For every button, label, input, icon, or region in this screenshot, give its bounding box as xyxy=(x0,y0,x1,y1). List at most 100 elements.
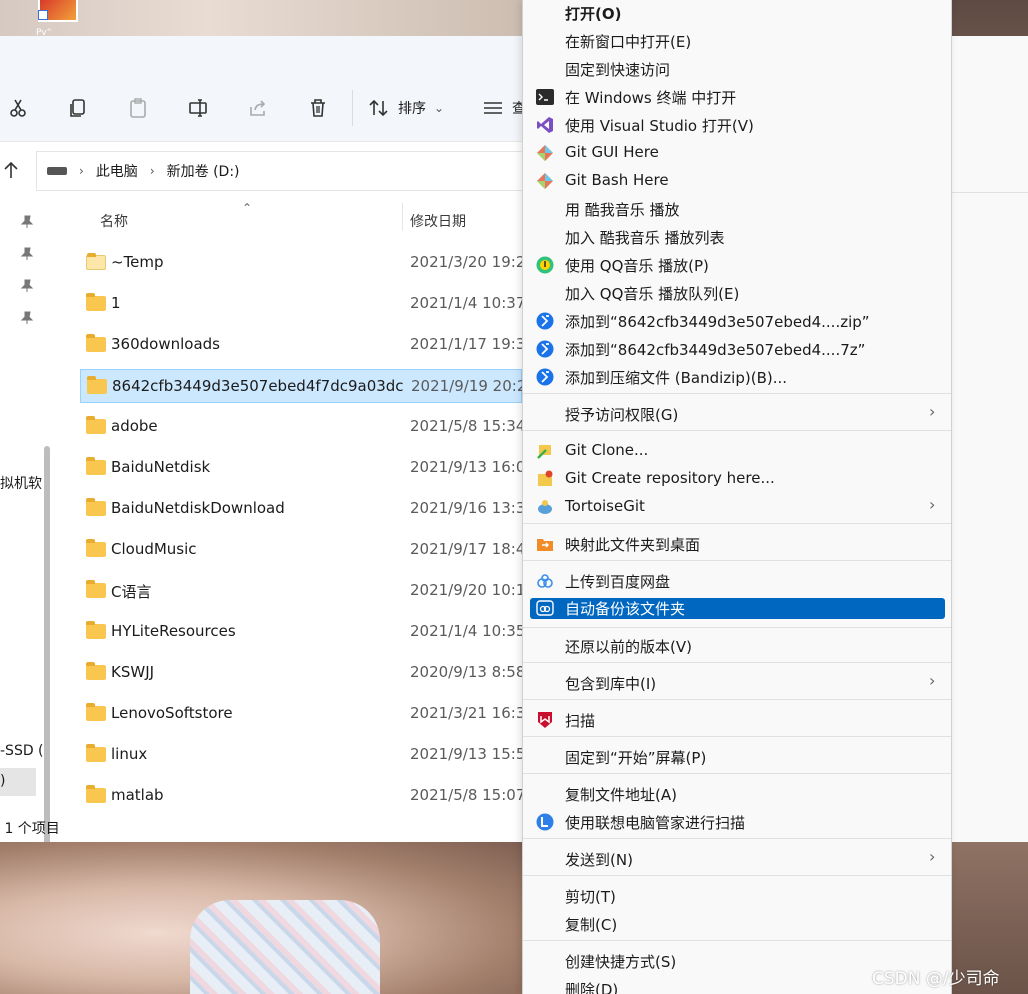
menu-item-pin-start[interactable]: 固定到“开始”屏幕(P) xyxy=(523,743,951,771)
file-row[interactable]: adobe 2021/5/8 15:34 xyxy=(80,410,522,444)
scissors-icon xyxy=(10,99,26,117)
menu-item-map-desktop[interactable]: 映射此文件夹到桌面 xyxy=(523,530,951,558)
column-divider[interactable] xyxy=(402,203,403,231)
menu-item-copy-path[interactable]: 复制文件地址(A) xyxy=(523,780,951,808)
menu-item-send-to[interactable]: 发送到(N) › xyxy=(523,845,951,873)
menu-item-git-gui[interactable]: Git GUI Here xyxy=(523,139,951,167)
menu-item-open[interactable]: 打开(O) xyxy=(523,0,951,27)
navigation-pane: 拟机软 -SSD ( ) xyxy=(0,199,56,842)
menu-item-include-library[interactable]: 包含到库中(I) › xyxy=(523,669,951,697)
pin-icon xyxy=(20,215,34,228)
sort-button[interactable]: 排序 ⌄ xyxy=(368,94,444,122)
menu-item-kuwo-add[interactable]: 加入 酷我音乐 播放列表 xyxy=(523,223,951,251)
menu-item-cut[interactable]: 剪切(T) xyxy=(523,882,951,910)
menu-item-label: 创建快捷方式(S) xyxy=(565,953,677,971)
view-button[interactable]: 查 xyxy=(482,94,522,122)
cut-button[interactable] xyxy=(2,92,34,124)
trash-icon xyxy=(311,99,325,117)
file-name: 360downloads xyxy=(111,335,220,353)
menu-item-open-new-window[interactable]: 在新窗口中打开(E) xyxy=(523,27,951,55)
file-row[interactable]: 1 2021/1/4 10:37 xyxy=(80,287,522,321)
folder-icon xyxy=(86,580,106,598)
menu-item-kuwo-play[interactable]: 用 酷我音乐 播放 xyxy=(523,195,951,223)
menu-item-open-vs[interactable]: 使用 Visual Studio 打开(V) xyxy=(523,111,951,139)
menu-item-label: 添加到压缩文件 (Bandizip)(B)... xyxy=(565,369,788,387)
folder-icon xyxy=(86,703,106,721)
folder-icon xyxy=(86,785,106,803)
file-row[interactable]: C语言 2021/9/20 10:1 xyxy=(80,574,522,608)
menu-item-git-create[interactable]: Git Create repository here... xyxy=(523,465,951,493)
menu-separator xyxy=(523,875,951,876)
menu-item-label: 授予访问权限(G) xyxy=(565,406,679,424)
git-bash-icon xyxy=(535,171,555,191)
file-row[interactable]: linux 2021/9/13 15:5 xyxy=(80,738,522,772)
paste-button[interactable] xyxy=(122,92,154,124)
menu-item-bandizip[interactable]: 添加到压缩文件 (Bandizip)(B)... xyxy=(523,363,951,391)
file-row[interactable]: KSWJJ 2020/9/13 8:58 xyxy=(80,656,522,690)
menu-item-qq-play[interactable]: 使用 QQ音乐 播放(P) xyxy=(523,251,951,279)
nav-item-drive[interactable]: ) xyxy=(0,773,5,789)
menu-item-label: 固定到快速访问 xyxy=(565,61,671,79)
file-row[interactable]: HYLiteResources 2021/1/4 10:35 xyxy=(80,615,522,649)
menu-item-grant-access[interactable]: 授予访问权限(G) › xyxy=(523,400,951,428)
menu-item-label: 包含到库中(I) xyxy=(565,675,657,693)
menu-item-label: 使用 Visual Studio 打开(V) xyxy=(565,117,754,135)
mcafee-icon xyxy=(535,710,555,730)
background-window xyxy=(950,36,1028,842)
folder-icon xyxy=(86,744,106,762)
menu-item-label: 发送到(N) xyxy=(565,851,633,869)
file-row[interactable]: LenovoSoftstore 2021/3/21 16:3 xyxy=(80,697,522,731)
address-bar[interactable]: › 此电脑 › 新加卷 (D:) xyxy=(36,151,522,191)
column-header-name[interactable]: 名称 xyxy=(100,211,128,231)
bandizip-icon xyxy=(535,367,555,387)
chevron-right-icon: › xyxy=(929,671,936,690)
menu-item-qq-add[interactable]: 加入 QQ音乐 播放队列(E) xyxy=(523,279,951,307)
menu-item-restore[interactable]: 还原以前的版本(V) xyxy=(523,632,951,660)
menu-item-auto-backup[interactable]: 自动备份该文件夹 xyxy=(523,597,951,625)
menu-item-baidu-upload[interactable]: 上传到百度网盘 xyxy=(523,567,951,595)
column-header-date[interactable]: 修改日期 xyxy=(410,211,466,231)
breadcrumb-drive-d[interactable]: 新加卷 (D:) xyxy=(167,161,240,181)
file-row[interactable]: BaiduNetdiskDownload 2021/9/16 13:3 xyxy=(80,492,522,526)
file-date: 2021/9/20 10:1 xyxy=(410,581,522,599)
file-row[interactable]: matlab 2021/5/8 15:07 xyxy=(80,779,522,813)
share-button[interactable] xyxy=(242,92,274,124)
file-date: 2021/9/13 16:0 xyxy=(410,458,522,476)
desktop-background xyxy=(0,0,522,36)
menu-item-git-bash[interactable]: Git Bash Here xyxy=(523,167,951,195)
file-name: BaiduNetdiskDownload xyxy=(111,499,285,517)
view-label: 查 xyxy=(512,101,522,117)
breadcrumb-this-pc[interactable]: 此电脑 xyxy=(96,161,138,181)
delete-button[interactable] xyxy=(302,92,334,124)
file-name: linux xyxy=(111,745,148,763)
menu-item-git-clone[interactable]: Git Clone... xyxy=(523,437,951,465)
file-name: BaiduNetdisk xyxy=(111,458,211,476)
file-row[interactable]: CloudMusic 2021/9/17 18:4 xyxy=(80,533,522,567)
menu-item-open-terminal[interactable]: 在 Windows 终端 中打开 xyxy=(523,83,951,111)
file-date: 2021/3/20 19:2 xyxy=(410,253,522,271)
nav-item-vm[interactable]: 拟机软 xyxy=(0,473,42,493)
menu-item-tortoisegit[interactable]: TortoiseGit › xyxy=(523,493,951,521)
file-row[interactable]: 360downloads 2021/1/17 19:3 xyxy=(80,328,522,362)
file-row[interactable]: BaiduNetdisk 2021/9/13 16:0 xyxy=(80,451,522,485)
file-name: HYLiteResources xyxy=(111,622,236,640)
file-row[interactable]: 8642cfb3449d3e507ebed4f7dc9a03dc 2021/9/1… xyxy=(80,369,522,403)
copy-button[interactable] xyxy=(62,92,94,124)
rename-button[interactable] xyxy=(182,92,214,124)
menu-item-add-7z[interactable]: 添加到“8642cfb3449d3e507ebed4....7z” xyxy=(523,335,951,363)
qq-music-icon xyxy=(535,255,555,275)
up-button[interactable] xyxy=(0,155,22,185)
menu-item-scan[interactable]: 扫描 xyxy=(523,706,951,734)
nav-scrollbar[interactable] xyxy=(44,446,50,842)
menu-separator xyxy=(523,393,951,394)
menu-item-label: 使用 QQ音乐 播放(P) xyxy=(565,257,709,275)
menu-item-label: 固定到“开始”屏幕(P) xyxy=(565,749,707,767)
file-row[interactable]: ~Temp 2021/3/20 19:2 xyxy=(80,246,522,280)
nav-item-ssd[interactable]: -SSD ( xyxy=(0,743,44,759)
menu-item-add-zip[interactable]: 添加到“8642cfb3449d3e507ebed4....zip” xyxy=(523,307,951,335)
folder-icon xyxy=(86,621,106,639)
menu-item-lenovo-scan[interactable]: 使用联想电脑管家进行扫描 xyxy=(523,808,951,836)
menu-item-copy[interactable]: 复制(C) xyxy=(523,910,951,938)
menu-item-pin-quick-access[interactable]: 固定到快速访问 xyxy=(523,55,951,83)
file-name: LenovoSoftstore xyxy=(111,704,233,722)
